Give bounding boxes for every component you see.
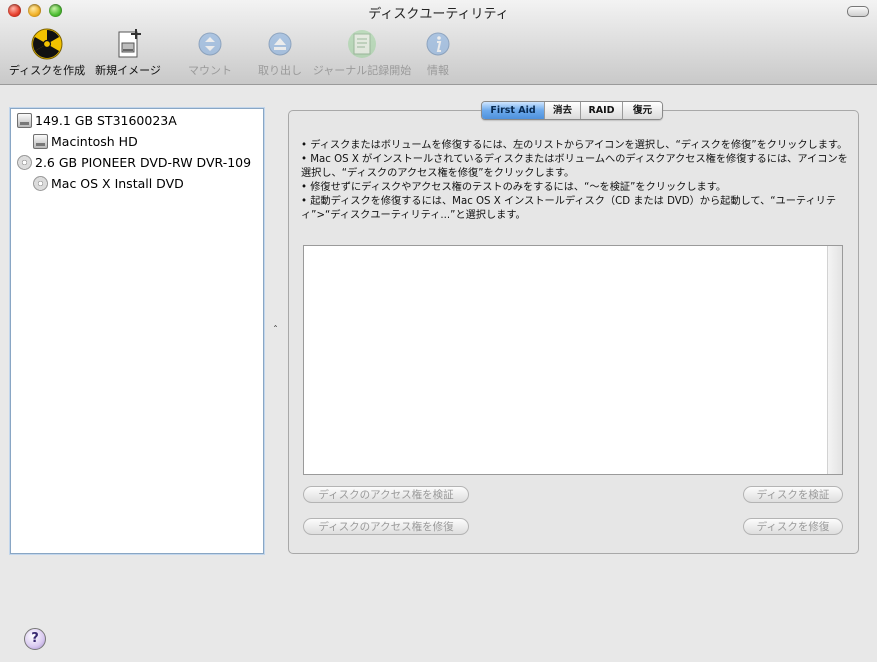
info-label: 情報 [427,64,449,77]
info-icon [422,28,454,60]
verify-permissions-button[interactable]: ディスクのアクセス権を検証 [303,486,469,503]
window-chrome: ディスクユーティリティ ディスクを作成 新規イメージ マウント 取り出し ジャー… [0,0,877,85]
eject-icon [264,28,296,60]
mount-label: マウント [188,64,232,77]
disk-list[interactable]: 149.1 GB ST3160023A Macintosh HD 2.6 GB … [10,108,264,554]
tab-first-aid[interactable]: First Aid [482,102,544,119]
journaling-icon [346,28,378,60]
disk-item-label: 2.6 GB PIONEER DVD-RW DVR-109 [35,155,252,170]
dvd-drive-icon [17,155,32,170]
new-image-button[interactable]: 新規イメージ [92,24,164,78]
eject-label: 取り出し [258,64,302,77]
disk-item-label: 149.1 GB ST3160023A [35,113,177,128]
first-aid-instructions: • ディスクまたはボリュームを修復するには、左のリストからアイコンを選択し、“デ… [301,139,849,223]
enable-journaling-button[interactable]: ジャーナル記録開始 [310,24,414,78]
enable-journaling-label: ジャーナル記録開始 [312,64,412,77]
dvd-icon [33,176,48,191]
tab-raid[interactable]: RAID [580,102,622,119]
repair-permissions-button[interactable]: ディスクのアクセス権を修復 [303,518,469,535]
title-bar: ディスクユーティリティ [0,0,877,22]
first-aid-panel: • ディスクまたはボリュームを修復するには、左のリストからアイコンを選択し、“デ… [288,110,859,554]
first-aid-log[interactable] [303,245,843,475]
burn-label: ディスクを作成 [8,64,86,77]
instruction-line: • Mac OS X がインストールされているディスクまたはボリュームへのディス… [301,154,848,179]
disk-utility-window: ディスクユーティリティ ディスクを作成 新規イメージ マウント 取り出し ジャー… [0,0,877,662]
verify-disk-button[interactable]: ディスクを検証 [743,486,843,503]
instruction-line: • 修復せずにディスクやアクセス権のテストのみをするには、“〜を検証”をクリック… [301,182,727,193]
tab-bar: First Aid 消去 RAID 復元 [481,101,663,120]
log-scrollbar[interactable] [827,246,842,474]
toolbar: ディスクを作成 新規イメージ マウント 取り出し ジャーナル記録開始 情報 [0,24,877,80]
burn-icon [31,28,63,60]
tab-restore[interactable]: 復元 [622,102,662,119]
volume-item-label: Macintosh HD [51,134,138,149]
mount-icon [194,28,226,60]
info-button[interactable]: 情報 [416,24,460,78]
burn-button[interactable]: ディスクを作成 [6,24,88,78]
eject-button[interactable]: 取り出し [252,24,308,78]
volume-item-label: Mac OS X Install DVD [51,176,184,191]
mount-button[interactable]: マウント [180,24,240,78]
repair-disk-button[interactable]: ディスクを修復 [743,518,843,535]
new-image-label: 新規イメージ [95,64,161,77]
hard-disk-icon [17,113,32,128]
instruction-line: • 起動ディスクを修復するには、Mac OS X インストールディスク（CD ま… [301,196,837,221]
new-image-icon [112,28,144,60]
help-button[interactable]: ? [24,628,46,650]
instruction-line: • ディスクまたはボリュームを修復するには、左のリストからアイコンを選択し、“デ… [301,140,848,151]
split-view-handle[interactable]: ˆ [273,325,278,336]
toolbar-toggle-button[interactable] [847,6,869,17]
tab-erase[interactable]: 消去 [544,102,580,119]
window-title: ディスクユーティリティ [368,7,509,22]
volume-icon [33,134,48,149]
